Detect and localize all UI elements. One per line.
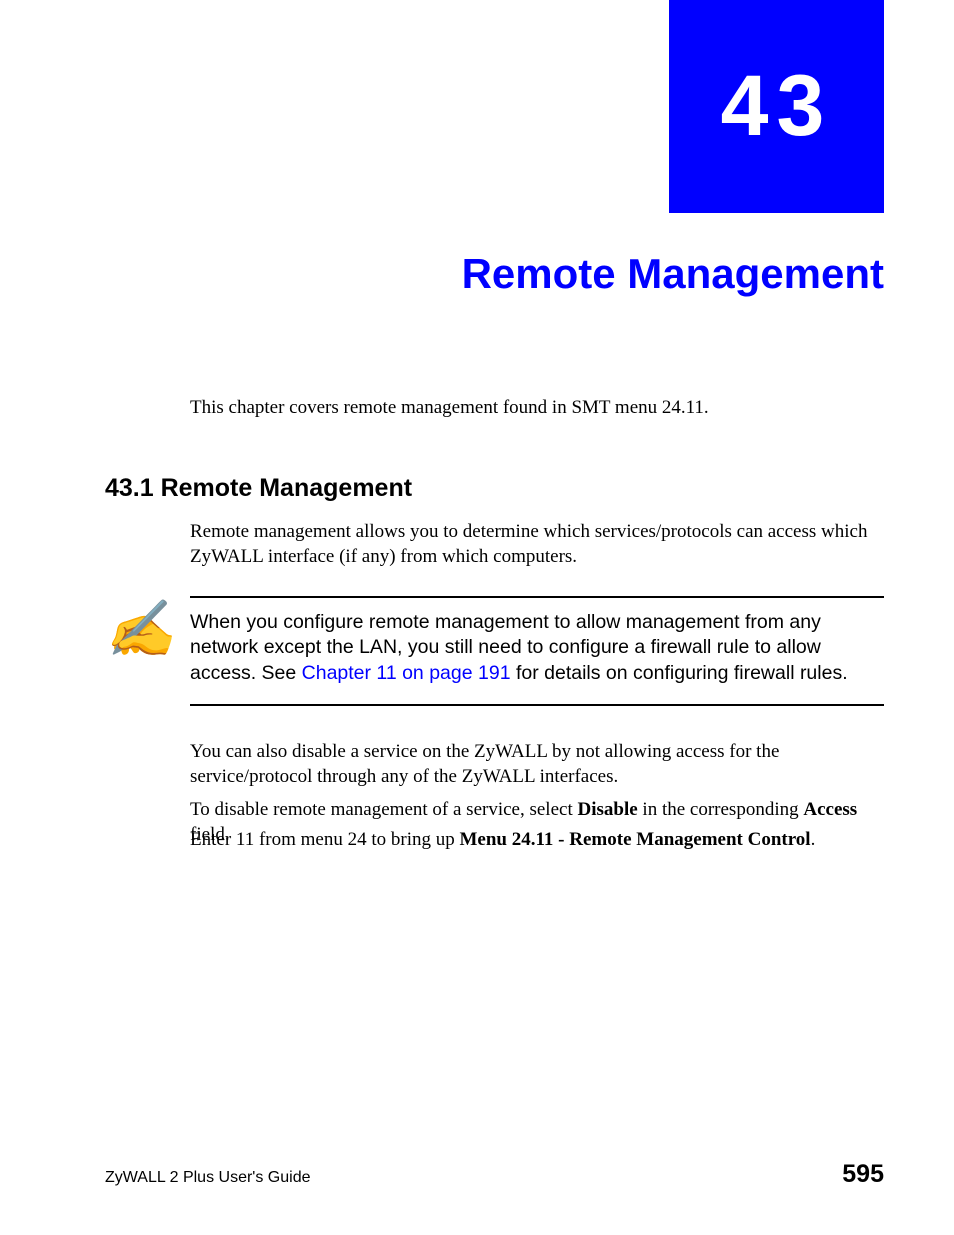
handwriting-note-icon: ✍	[105, 610, 190, 648]
p3-bold-menu: Menu 24.11 - Remote Management Control	[459, 829, 810, 850]
p3-before: Enter 11 from menu 24 to bring up	[190, 829, 459, 850]
page-footer: ZyWALL 2 Plus User's Guide 595	[105, 1160, 884, 1189]
p2-bold-access: Access	[803, 799, 857, 820]
chapter-number-badge: 43	[669, 0, 884, 213]
note-callout: ✍ When you configure remote management t…	[105, 596, 884, 706]
chapter-title: Remote Management	[462, 250, 884, 298]
section-heading: 43.1 Remote Management	[105, 474, 412, 503]
p2-bold-disable: Disable	[577, 799, 637, 820]
body-paragraph-1: You can also disable a service on the Zy…	[190, 740, 884, 789]
chapter-intro-text: This chapter covers remote management fo…	[190, 395, 884, 422]
note-top-rule	[190, 596, 884, 598]
p2-mid: in the corresponding	[638, 799, 804, 820]
p2-before: To disable remote management of a servic…	[190, 799, 577, 820]
body-paragraph-3: Enter 11 from menu 24 to bring up Menu 2…	[190, 828, 884, 853]
note-text: When you configure remote management to …	[190, 610, 884, 686]
chapter-cross-reference-link[interactable]: Chapter 11 on page 191	[302, 662, 511, 684]
note-content: ✍ When you configure remote management t…	[105, 610, 884, 686]
footer-guide-title: ZyWALL 2 Plus User's Guide	[105, 1169, 311, 1187]
chapter-number: 43	[721, 57, 833, 156]
note-bottom-rule	[190, 704, 884, 706]
section-intro-text: Remote management allows you to determin…	[190, 520, 884, 569]
footer-page-number: 595	[842, 1160, 884, 1189]
note-text-after: for details on configuring firewall rule…	[511, 662, 848, 684]
p3-after: .	[811, 829, 816, 850]
